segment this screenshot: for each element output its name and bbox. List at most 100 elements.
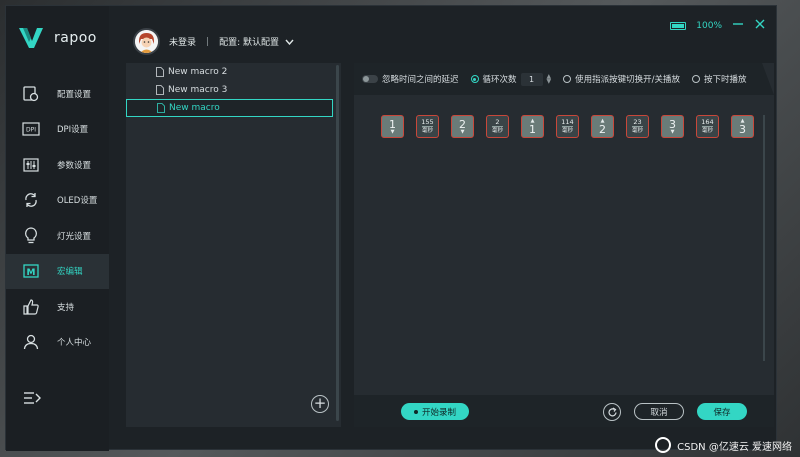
macro-list-item-selected[interactable]: New macro <box>126 99 333 117</box>
avatar-face-icon <box>135 30 158 53</box>
loop-count-input[interactable]: 1 <box>520 72 543 86</box>
editor-action-bar: 开始录制 取消 保存 <box>354 395 774 427</box>
sidebar-item-profile[interactable]: 个人中心 <box>6 325 109 361</box>
sliders-icon <box>22 156 40 174</box>
key-event-up[interactable]: ▲ 1 <box>521 115 544 138</box>
reset-button[interactable] <box>603 403 621 421</box>
macro-name: New macro 3 <box>168 85 228 95</box>
window-controls: 100% <box>670 18 766 33</box>
close-icon[interactable] <box>754 18 766 33</box>
key-label: 2 <box>599 122 606 136</box>
key-label: 2 <box>459 117 466 131</box>
battery-icon <box>670 21 687 30</box>
sidebar-nav: 配置设置 DPI DPI设置 参数设置 OLED设置 灯光设置 M 宏编辑 支持… <box>6 76 109 360</box>
chevron-down-icon <box>285 39 294 45</box>
press-play-label: 按下时播放 <box>704 75 747 85</box>
toggle-assign-option[interactable]: 使用指派按键切换开/关播放 <box>563 73 680 85</box>
battery-percent: 100% <box>696 20 722 31</box>
delay-event[interactable]: 2 毫秒 <box>486 115 509 138</box>
macro-list-scrollbar[interactable] <box>336 65 339 421</box>
ignore-delay-toggle[interactable] <box>362 75 378 83</box>
delay-event[interactable]: 155 毫秒 <box>416 115 439 138</box>
loop-stepper[interactable]: ▲ ▼ <box>547 74 552 85</box>
header-corner <box>762 63 774 95</box>
key-event-down[interactable]: 3 ▼ <box>661 115 684 138</box>
press-play-option[interactable]: 按下时播放 <box>692 73 747 85</box>
sidebar-item-support[interactable]: 支持 <box>6 289 109 325</box>
arrow-down-icon: ▼ <box>460 128 465 135</box>
delay-unit: 毫秒 <box>561 126 573 134</box>
sidebar-item-config[interactable]: 配置设置 <box>6 76 109 112</box>
watermark-text: CSDN @亿速云 爱速网络 <box>677 441 792 453</box>
key-event-down[interactable]: 1 ▼ <box>381 115 404 138</box>
thumbs-up-icon <box>22 298 40 316</box>
editor-scrollbar[interactable] <box>763 115 765 361</box>
press-play-radio[interactable] <box>692 75 701 83</box>
delay-event[interactable]: 164 毫秒 <box>696 115 719 138</box>
toggle-assign-label: 使用指派按键切换开/关播放 <box>575 75 681 85</box>
delay-unit: 毫秒 <box>701 126 713 134</box>
avatar[interactable] <box>133 28 160 55</box>
delay-event[interactable]: 23 毫秒 <box>626 115 649 138</box>
sidebar-item-lighting[interactable]: 灯光设置 <box>6 218 109 254</box>
sidebar-item-label: 个人中心 <box>57 338 92 349</box>
key-event-up[interactable]: ▲ 3 <box>731 115 754 138</box>
macro-list-item[interactable]: New macro 3 <box>126 81 333 99</box>
sidebar-item-label: 灯光设置 <box>57 231 92 242</box>
dpi-icon: DPI <box>22 120 40 138</box>
macro-event-list: 1 ▼ 155 毫秒 2 ▼ 2 毫秒 ▲ 1 114 毫秒 ▲ 2 23 毫秒… <box>381 115 754 138</box>
key-label: 3 <box>739 122 746 136</box>
collapse-menu-icon[interactable] <box>22 390 42 406</box>
separator: | <box>206 36 210 47</box>
delay-value: 164 <box>701 118 714 126</box>
macro-list-item[interactable]: New macro 2 <box>126 63 333 81</box>
key-event-up[interactable]: ▲ 2 <box>591 115 614 138</box>
loop-label: 循环次数 <box>482 75 517 85</box>
file-icon <box>156 67 164 77</box>
svg-text:M: M <box>27 268 36 278</box>
sidebar-item-label: 宏编辑 <box>57 267 83 278</box>
start-recording-button[interactable]: 开始录制 <box>401 403 469 420</box>
macro-name: New macro 2 <box>168 67 228 77</box>
login-status[interactable]: 未登录 <box>169 35 196 48</box>
key-label: 1 <box>389 117 396 131</box>
delay-value: 155 <box>421 118 434 126</box>
config-selector[interactable]: 配置: 默认配置 <box>219 35 294 48</box>
watermark: CSDN @亿速云 爱速网络 <box>655 437 792 453</box>
save-button[interactable]: 保存 <box>697 403 747 420</box>
refresh-icon <box>22 191 40 209</box>
sidebar-item-label: 参数设置 <box>57 160 92 171</box>
cancel-button[interactable]: 取消 <box>634 403 684 420</box>
delay-unit: 毫秒 <box>631 126 643 134</box>
delay-event[interactable]: 114 毫秒 <box>556 115 579 138</box>
sidebar-item-params[interactable]: 参数设置 <box>6 147 109 183</box>
sidebar-item-label: 配置设置 <box>57 89 92 100</box>
config-icon <box>22 85 40 103</box>
svg-text:DPI: DPI <box>26 127 36 134</box>
brand-logo: rapoo <box>18 26 97 50</box>
sidebar-item-oled[interactable]: OLED设置 <box>6 183 109 219</box>
add-macro-button[interactable]: + <box>311 395 329 413</box>
sidebar-item-macro[interactable]: M 宏编辑 <box>6 253 109 289</box>
key-label: 3 <box>669 117 676 131</box>
delay-unit: 毫秒 <box>491 126 503 134</box>
watermark-logo-icon <box>655 437 672 453</box>
key-event-down[interactable]: 2 ▼ <box>451 115 474 138</box>
user-bar: 未登录 | 配置: 默认配置 <box>133 28 294 55</box>
delay-unit: 毫秒 <box>421 126 433 134</box>
ignore-delay-option[interactable]: 忽略时间之间的延迟 <box>362 73 459 85</box>
loop-option[interactable]: 循环次数 1 ▲ ▼ <box>470 72 552 86</box>
loop-radio[interactable] <box>470 75 479 83</box>
minimize-icon[interactable] <box>732 18 744 33</box>
macro-editor-panel: 忽略时间之间的延迟 循环次数 1 ▲ ▼ 使用指派按键切换开/关播放 按下时播放 <box>354 63 774 427</box>
sidebar-item-label: DPI设置 <box>57 125 89 136</box>
key-label: 1 <box>529 122 536 136</box>
toggle-assign-radio[interactable] <box>563 75 572 83</box>
playback-options: 忽略时间之间的延迟 循环次数 1 ▲ ▼ 使用指派按键切换开/关播放 按下时播放 <box>354 63 774 95</box>
sidebar-item-dpi[interactable]: DPI DPI设置 <box>6 112 109 148</box>
app-window: rapoo 配置设置 DPI DPI设置 参数设置 OLED设置 灯光设置 M … <box>5 5 777 451</box>
user-icon <box>22 333 40 351</box>
macro-icon: M <box>22 262 40 280</box>
delay-value: 23 <box>633 118 642 126</box>
stepper-down-icon[interactable]: ▼ <box>547 79 552 85</box>
